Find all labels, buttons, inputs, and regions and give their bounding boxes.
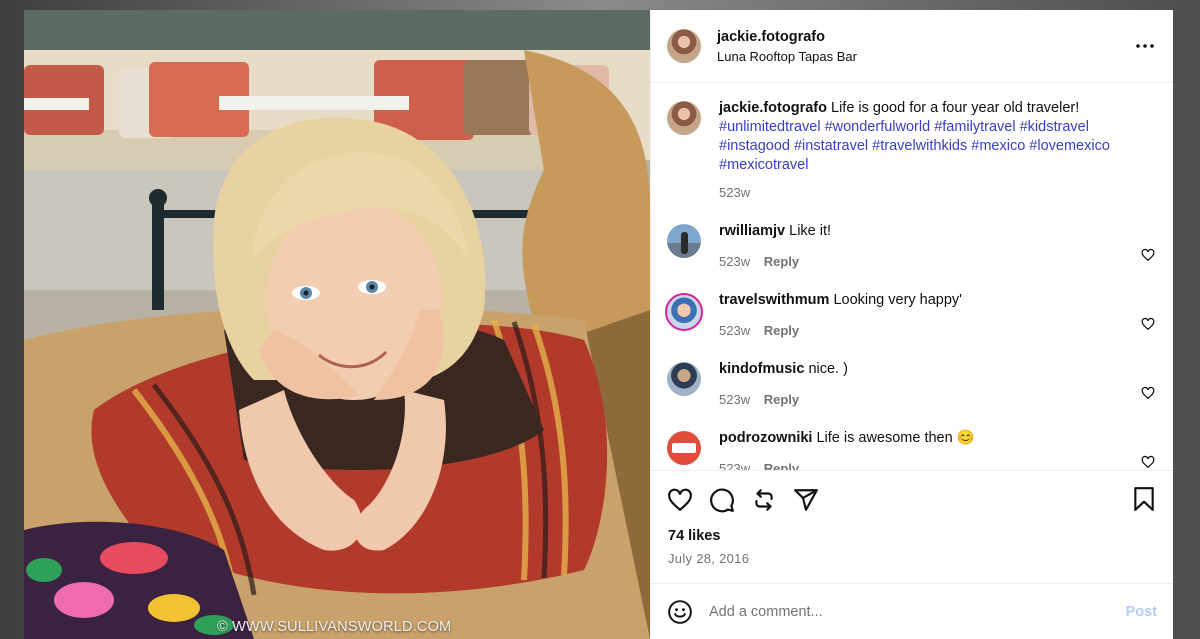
comment-username[interactable]: rwilliamjv	[719, 223, 785, 239]
comment-item: travelswithmum Looking very happy' 523w …	[665, 291, 1157, 360]
caption-username[interactable]: jackie.fotografo	[719, 100, 827, 116]
smiley-icon[interactable]	[667, 599, 693, 625]
comment-item: rwilliamjv Like it! 523w Reply	[667, 222, 1157, 291]
comment-item: podrozowniki Life is awesome then 😊 523w…	[667, 429, 1157, 470]
post-location[interactable]: Luna Rooftop Tapas Bar	[717, 49, 857, 64]
heart-icon[interactable]	[667, 487, 693, 513]
comment-text: nice. )	[808, 361, 848, 377]
comment-like-heart-icon[interactable]	[1141, 386, 1155, 400]
comment-avatar[interactable]	[667, 224, 701, 258]
likes-count[interactable]: 74 likes	[651, 528, 1173, 548]
comment-text: Like it!	[789, 223, 832, 239]
owner-avatar[interactable]	[667, 29, 701, 63]
comment-text: Life is awesome then 😊	[816, 430, 975, 446]
action-bar	[651, 470, 1173, 528]
post-button[interactable]: Post	[1126, 604, 1157, 620]
caption-avatar[interactable]	[667, 101, 701, 135]
comment-username[interactable]: travelswithmum	[719, 292, 829, 308]
comment-item: kindofmusic nice. ) 523w Reply	[667, 360, 1157, 429]
comment-input[interactable]	[709, 603, 1126, 620]
comment-avatar[interactable]	[665, 293, 703, 331]
comment-text: Looking very happy'	[833, 292, 962, 308]
caption-time: 523w	[719, 185, 751, 200]
post-header: jackie.fotografo Luna Rooftop Tapas Bar	[651, 10, 1173, 83]
post-modal: © WWW.SULLIVANSWORLD.COM jackie.fotograf…	[24, 10, 1173, 639]
more-options-button[interactable]	[1133, 36, 1157, 56]
repost-icon[interactable]	[751, 487, 777, 513]
photo-illustration	[24, 10, 650, 639]
reply-button[interactable]: Reply	[764, 323, 799, 338]
comment-bubble-icon[interactable]	[709, 487, 735, 513]
comment-time: 523w	[719, 461, 751, 470]
post-date: July 28, 2016	[668, 551, 750, 566]
comment-like-heart-icon[interactable]	[1141, 248, 1155, 262]
post-photo[interactable]: © WWW.SULLIVANSWORLD.COM	[24, 10, 650, 639]
comment-avatar[interactable]	[667, 431, 701, 465]
more-horizontal-icon	[1136, 44, 1154, 48]
comments-list[interactable]: jackie.fotografo Life is good for a four…	[651, 83, 1173, 470]
post-sidebar: jackie.fotografo Luna Rooftop Tapas Bar …	[650, 10, 1173, 639]
comment-time: 523w	[719, 392, 751, 407]
comment-username[interactable]: kindofmusic	[719, 361, 804, 377]
comment-time: 523w	[719, 254, 751, 269]
comment-like-heart-icon[interactable]	[1141, 317, 1155, 331]
caption-hashtags[interactable]: #unlimitedtravel #wonderfulworld #family…	[719, 119, 1110, 173]
caption-text: Life is good for a four year old travele…	[831, 100, 1080, 116]
photo-watermark: © WWW.SULLIVANSWORLD.COM	[217, 619, 452, 635]
reply-button[interactable]: Reply	[764, 461, 799, 470]
comment-username[interactable]: podrozowniki	[719, 430, 812, 446]
owner-info: jackie.fotografo Luna Rooftop Tapas Bar	[717, 29, 857, 64]
comment-time: 523w	[719, 323, 751, 338]
comment-avatar[interactable]	[667, 362, 701, 396]
reply-button[interactable]: Reply	[764, 254, 799, 269]
caption: jackie.fotografo Life is good for a four…	[667, 99, 1157, 222]
owner-username[interactable]: jackie.fotografo	[717, 29, 857, 45]
paper-plane-icon[interactable]	[793, 487, 819, 513]
comment-like-heart-icon[interactable]	[1141, 455, 1155, 469]
bookmark-icon[interactable]	[1131, 486, 1157, 512]
add-comment-bar: Post	[651, 583, 1173, 639]
reply-button[interactable]: Reply	[764, 392, 799, 407]
